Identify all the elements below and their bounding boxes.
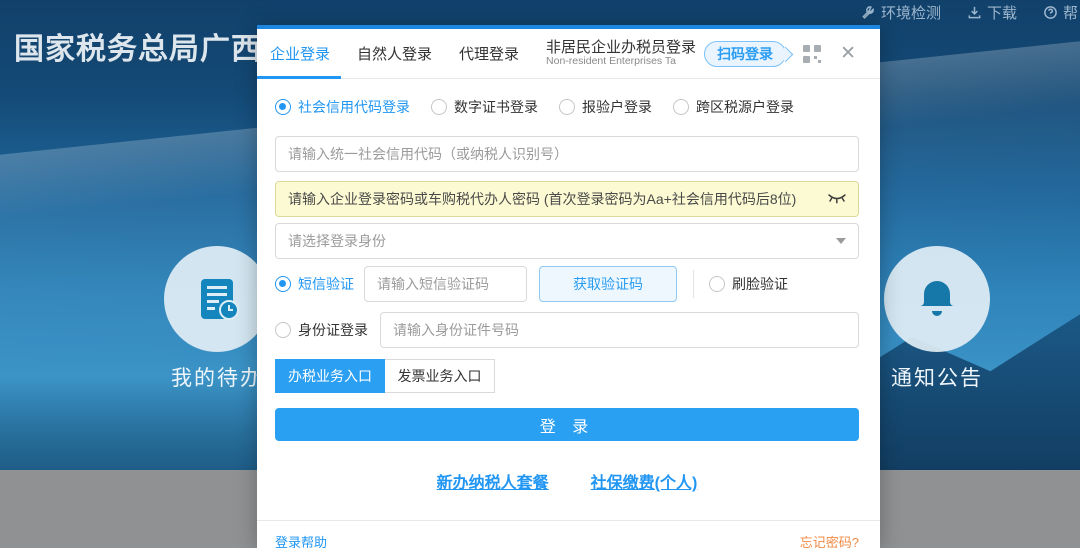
login-tab-bar: 企业登录 自然人登录 代理登录 非居民企业办税员登录 Non-resident … [257,29,880,79]
get-code-button[interactable]: 获取验证码 [539,266,677,302]
radio-credit-code-login[interactable]: 社会信用代码登录 [275,97,410,117]
tab-enterprise-login[interactable]: 企业登录 [270,43,330,64]
credit-code-input[interactable] [275,136,859,172]
help-icon [1043,5,1058,20]
page-title: 国家税务总局广西 [14,24,264,68]
download-label: 下载 [987,2,1017,23]
radio-cross-region-login[interactable]: 跨区税源户登录 [673,97,794,117]
radio-credit-code-label: 社会信用代码登录 [298,97,410,117]
login-type-radio-group: 社会信用代码登录 数字证书登录 报验户登录 跨区税源户登录 [275,97,859,117]
radio-digital-cert-login[interactable]: 数字证书登录 [431,97,538,117]
qr-code-icon[interactable] [800,42,824,66]
tab-nonresident-login[interactable]: 非居民企业办税员登录 Non-resident Enterprises Ta [546,40,696,67]
radio-cross-region-label: 跨区税源户登录 [696,97,794,117]
radio-sms-verify[interactable]: 短信验证 [275,274,354,294]
radio-id-login[interactable]: 身份证登录 [275,320,368,340]
close-icon[interactable]: ✕ [840,44,856,63]
id-login-label: 身份证登录 [298,320,368,340]
bell-icon [911,273,963,325]
radio-digital-cert-label: 数字证书登录 [454,97,538,117]
active-tab-underline [257,76,341,79]
radio-dot [275,99,291,115]
sms-verify-row: 短信验证 获取验证码 刷脸验证 [275,266,859,302]
identity-select-placeholder: 请选择登录身份 [288,231,386,251]
download-button[interactable]: 下载 [967,2,1017,23]
env-check-label: 环境检测 [881,2,941,23]
tab-agent-login[interactable]: 代理登录 [459,43,519,64]
help-button[interactable]: 帮 [1043,2,1078,23]
tab-nonresident-label: 非居民企业办税员登录 [546,40,696,56]
tab-invoice-business-entry[interactable]: 发票业务入口 [385,359,495,393]
chevron-down-icon [836,238,846,244]
wrench-icon [861,5,876,20]
tab-nonresident-sublabel: Non-resident Enterprises Ta [546,56,696,67]
vertical-divider [693,270,694,298]
tab-tax-business-entry[interactable]: 办税业务入口 [275,359,385,393]
radio-inspection-label: 报验户登录 [582,97,652,117]
sms-code-input[interactable] [364,266,527,302]
new-taxpayer-link[interactable]: 新办纳税人套餐 [437,469,549,489]
radio-inspection-login[interactable]: 报验户登录 [559,97,652,117]
scan-login-tag[interactable]: 扫码登录 [704,41,786,67]
radio-dot [275,276,291,292]
download-icon [967,5,982,20]
id-login-row: 身份证登录 [275,312,859,348]
id-number-input[interactable] [380,312,859,348]
env-check-button[interactable]: 环境检测 [861,2,941,23]
face-verify-label: 刷脸验证 [732,274,788,294]
radio-dot [709,276,725,292]
notice-label: 通知公告 [857,362,1017,392]
top-navigation: 环境检测 下载 帮 [861,0,1080,24]
radio-dot [275,322,291,338]
radio-face-verify[interactable]: 刷脸验证 [709,274,788,294]
identity-select[interactable]: 请选择登录身份 [275,223,859,259]
tab-natural-person-login[interactable]: 自然人登录 [357,43,432,64]
business-entry-tabs: 办税业务入口 发票业务入口 [275,359,859,393]
todo-doc-clock-icon [189,271,245,327]
help-label: 帮 [1063,2,1078,23]
radio-dot [673,99,689,115]
notice-circle [884,246,990,352]
eye-closed-icon[interactable] [827,192,847,206]
radio-dot [431,99,447,115]
login-modal: 企业登录 自然人登录 代理登录 非居民企业办税员登录 Non-resident … [257,25,880,548]
login-help-link[interactable]: 登录帮助 [275,532,327,548]
password-input[interactable] [275,181,859,217]
forgot-password-link[interactable]: 忘记密码? [800,532,859,548]
sms-verify-label: 短信验证 [298,274,354,294]
todo-circle [164,246,270,352]
modal-footer: 登录帮助 忘记密码? [257,520,880,548]
notice-feature[interactable]: 通知公告 [857,246,1017,392]
login-button[interactable]: 登 录 [275,408,859,441]
radio-dot [559,99,575,115]
login-form: 社会信用代码登录 数字证书登录 报验户登录 跨区税源户登录 [257,97,880,489]
social-security-link[interactable]: 社保缴费(个人) [591,469,698,489]
quick-links: 新办纳税人套餐 社保缴费(个人) [275,469,859,489]
